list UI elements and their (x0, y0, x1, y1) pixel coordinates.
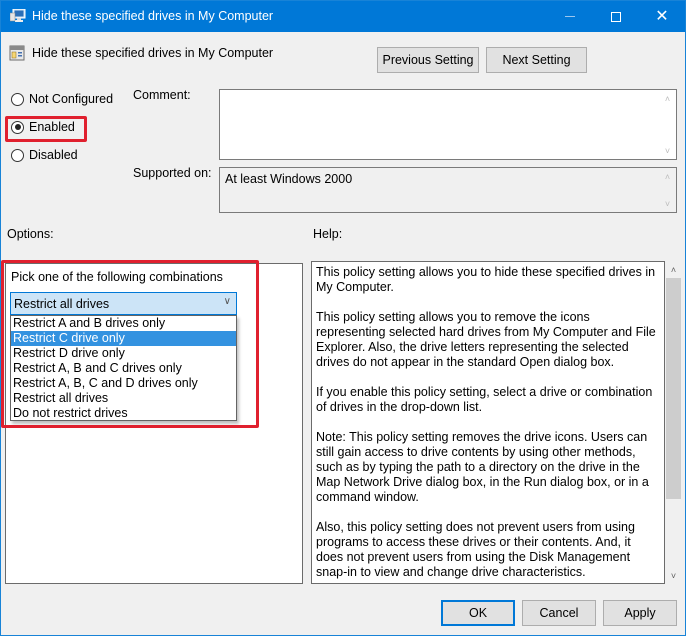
help-paragraph: This policy setting allows you to hide t… (316, 265, 656, 294)
title-bar[interactable]: Hide these specified drives in My Comput… (1, 1, 685, 32)
help-scrollbar[interactable]: ˄ ˅ (665, 261, 682, 584)
help-paragraph: If you enable this policy setting, selec… (316, 385, 653, 414)
scrollbar-thumb[interactable] (666, 278, 681, 499)
radio-button[interactable] (11, 92, 24, 106)
supported-on-field: At least Windows 2000 ˄ ˅ (219, 167, 677, 213)
policy-header: Hide these specified drives in My Comput… (9, 44, 273, 62)
scroll-down-icon[interactable]: ˅ (665, 567, 682, 584)
comment-scrollbar[interactable]: ˄ ˅ (659, 90, 676, 159)
enabled-highlight-annotation (5, 116, 87, 142)
close-icon: ✕ (655, 7, 669, 25)
maximize-icon (611, 11, 621, 22)
previous-setting-button[interactable]: Previous Setting (377, 47, 479, 73)
apply-button[interactable]: Apply (603, 600, 677, 626)
help-paragraph: Also, this policy setting does not preve… (316, 520, 635, 579)
help-text-panel: This policy setting allows you to hide t… (311, 261, 665, 584)
radio-not-configured[interactable]: Not Configured (11, 90, 113, 108)
window-title: Hide these specified drives in My Comput… (32, 9, 274, 23)
comment-textarea[interactable]: ˄ ˅ (219, 89, 677, 160)
radio-button[interactable] (11, 148, 24, 162)
radio-label: Disabled (29, 148, 78, 162)
supported-scrollbar[interactable]: ˄ ˅ (659, 168, 676, 212)
scroll-up-icon[interactable]: ˄ (659, 90, 676, 107)
radio-label: Not Configured (29, 92, 114, 106)
policy-setting-icon (9, 45, 25, 61)
close-button[interactable]: ✕ (639, 1, 685, 32)
minimize-button[interactable] (547, 1, 593, 32)
scroll-up-icon[interactable]: ˄ (659, 168, 676, 185)
policy-title: Hide these specified drives in My Comput… (32, 46, 274, 60)
maximize-button[interactable] (593, 1, 639, 32)
comment-label: Comment: (133, 88, 191, 102)
ok-button[interactable]: OK (441, 600, 515, 626)
computer-policy-icon (10, 9, 26, 22)
scroll-up-icon[interactable]: ˄ (665, 261, 682, 278)
minimize-icon (565, 16, 575, 17)
next-setting-button[interactable]: Next Setting (486, 47, 587, 73)
options-highlight-annotation (1, 260, 259, 428)
help-label: Help: (313, 227, 343, 241)
cancel-button[interactable]: Cancel (522, 600, 596, 626)
help-paragraph: Note: This policy setting removes the dr… (316, 430, 649, 504)
supported-on-label: Supported on: (133, 166, 212, 180)
policy-dialog-window: Hide these specified drives in My Comput… (0, 0, 686, 636)
supported-on-value: At least Windows 2000 (225, 172, 353, 186)
scroll-down-icon[interactable]: ˅ (659, 195, 676, 212)
help-paragraph: This policy setting allows you to remove… (316, 310, 656, 369)
radio-disabled[interactable]: Disabled (11, 146, 78, 164)
scroll-down-icon[interactable]: ˅ (659, 142, 676, 159)
options-label: Options: (7, 227, 54, 241)
